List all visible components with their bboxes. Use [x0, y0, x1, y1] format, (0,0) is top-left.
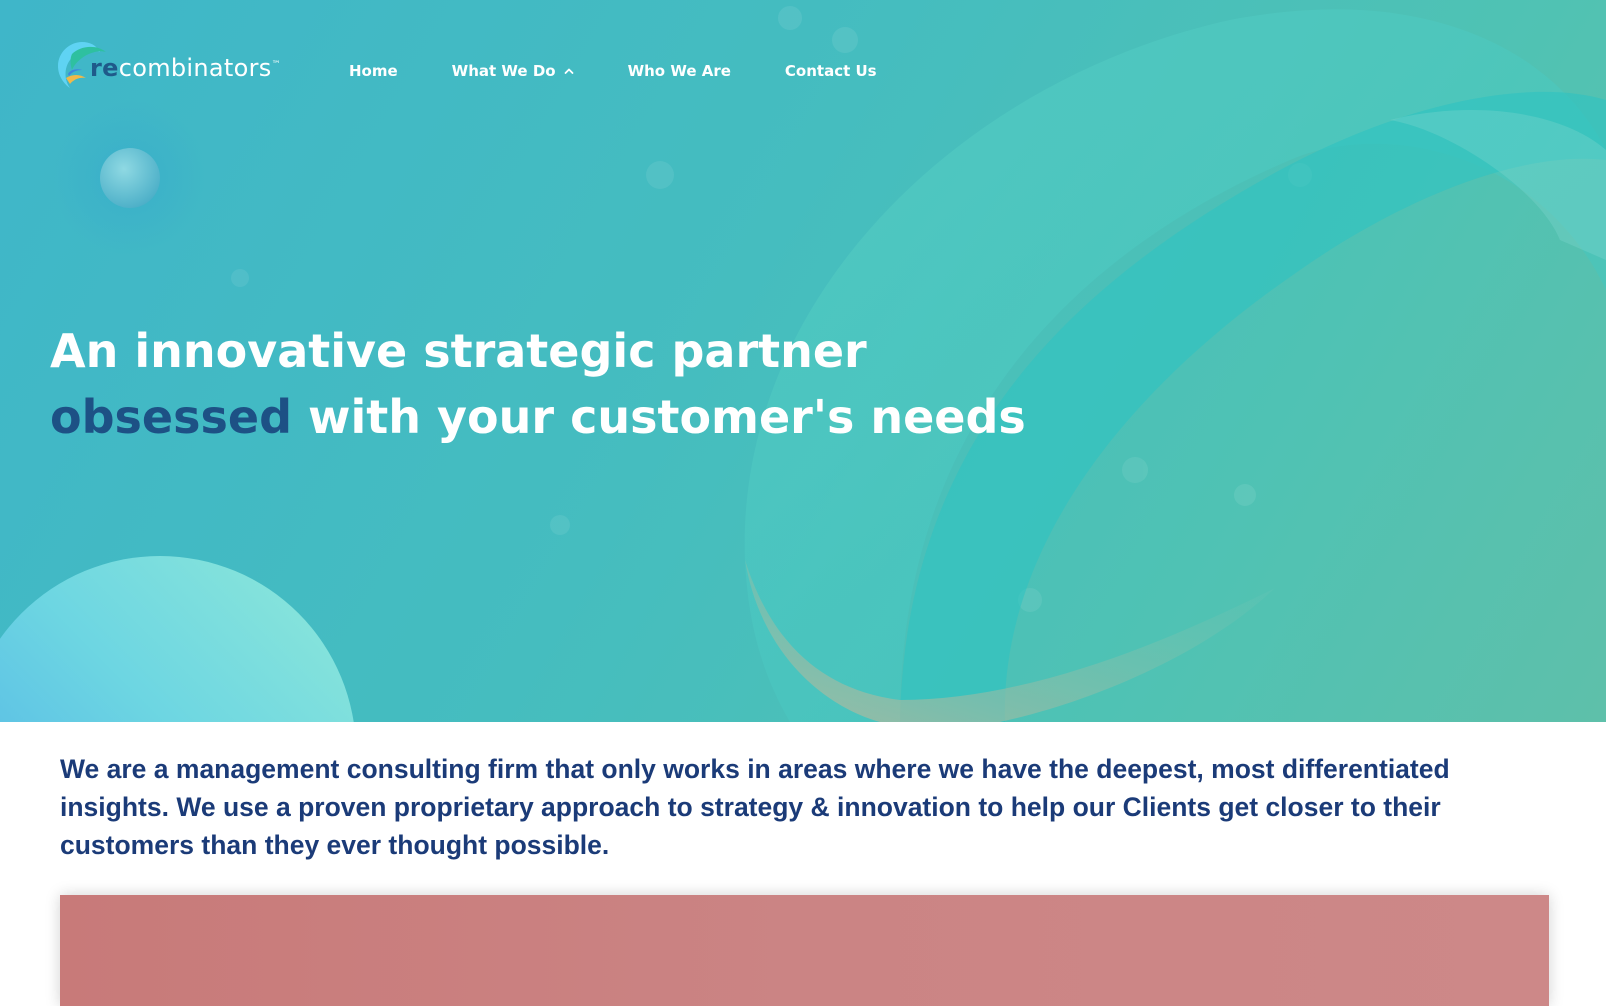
nav-item-who-we-are[interactable]: Who We Are	[628, 62, 731, 80]
logo-wordmark-suffix: combinators	[118, 54, 272, 82]
nav-item-label: What We Do	[451, 62, 556, 80]
logo-wordmark: recombinators™	[90, 54, 281, 82]
trademark-symbol: ™	[271, 60, 281, 70]
nav-item-home[interactable]: Home	[349, 62, 398, 80]
chevron-up-icon	[564, 68, 573, 74]
headline-line-2: with your customer's needs	[292, 390, 1026, 444]
logo-wordmark-prefix: re	[90, 54, 119, 82]
nav-item-label: Contact Us	[784, 62, 877, 80]
hero-headline: An innovative strategic partner obsessed…	[50, 318, 1026, 450]
media-panel	[60, 895, 1549, 1006]
nav-item-label: Who We Are	[627, 62, 731, 80]
nav-item-label: Home	[349, 62, 398, 80]
headline-line-1: An innovative strategic partner	[50, 324, 867, 378]
nav-item-contact-us[interactable]: Contact Us	[785, 62, 877, 80]
intro-paragraph: We are a management consulting firm that…	[60, 754, 1450, 860]
headline-accent-word: obsessed	[50, 390, 292, 444]
nav-item-what-we-do[interactable]: What We Do	[452, 62, 574, 80]
recombinators-logo[interactable]: recombinators™	[52, 34, 281, 94]
main-nav: Home What We Do Who We Are Contact Us	[349, 62, 877, 80]
hero-section: recombinators™ Home What We Do Who We Ar…	[0, 0, 1606, 722]
